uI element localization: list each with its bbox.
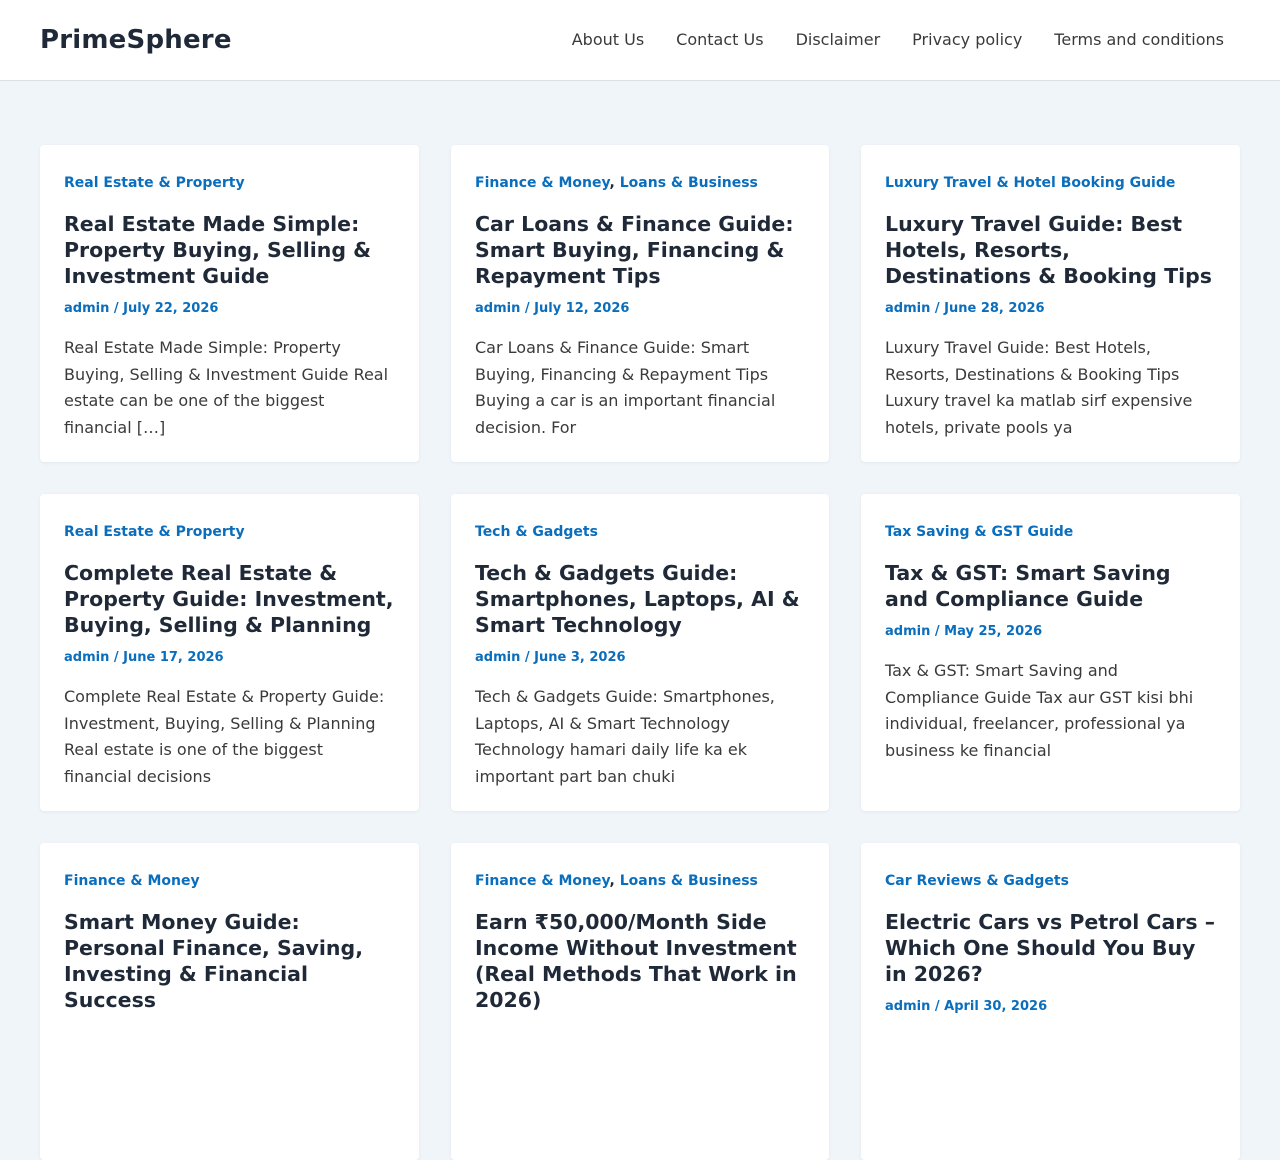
category-link[interactable]: Finance & Money: [475, 873, 610, 889]
nav-link-disclaimer[interactable]: Disclaimer: [780, 0, 897, 80]
category-link[interactable]: Tax Saving & GST Guide: [885, 524, 1073, 540]
post-categories: Tech & Gadgets: [475, 524, 805, 540]
meta-separator: /: [930, 301, 945, 316]
post-date-link[interactable]: July 22, 2026: [123, 301, 218, 316]
post-card: Tax Saving & GST Guide Tax & GST: Smart S…: [861, 494, 1240, 811]
post-excerpt: Luxury Travel Guide: Best Hotels, Resort…: [885, 338, 1193, 437]
post-excerpt: Real Estate Made Simple: Property Buying…: [64, 338, 389, 437]
post-categories: Luxury Travel & Hotel Booking Guide: [885, 175, 1216, 191]
post-title: Tax & GST: Smart Saving and Compliance G…: [885, 560, 1216, 612]
post-excerpt: Tech & Gadgets Guide: Smartphones, Lapto…: [475, 687, 775, 786]
post-title-link[interactable]: Tech & Gadgets Guide: Smartphones, Lapto…: [475, 561, 800, 637]
nav-link-about-us[interactable]: About Us: [556, 0, 660, 80]
post-title: Real Estate Made Simple: Property Buying…: [64, 211, 395, 289]
post-title: Smart Money Guide: Personal Finance, Sav…: [64, 909, 395, 1013]
meta-separator: /: [520, 650, 535, 665]
post-title-link[interactable]: Complete Real Estate & Property Guide: I…: [64, 561, 394, 637]
meta-separator: /: [930, 999, 945, 1014]
category-separator: ,: [609, 175, 620, 191]
post-excerpt: Tax & GST: Smart Saving and Compliance G…: [885, 661, 1194, 760]
post-categories: Finance & Money: [64, 873, 395, 889]
post-title-link[interactable]: Electric Cars vs Petrol Cars – Which One…: [885, 910, 1215, 986]
post-categories: Finance & Money, Loans & Business: [475, 175, 805, 191]
nav-link-terms-and-conditions[interactable]: Terms and conditions: [1038, 0, 1240, 80]
post-meta: admin / June 28, 2026: [885, 300, 1216, 318]
post-title-link[interactable]: Earn ₹50,000/Month Side Income Without I…: [475, 910, 797, 1012]
meta-separator: /: [109, 650, 124, 665]
post-date-link[interactable]: April 30, 2026: [944, 999, 1047, 1014]
post-title: Luxury Travel Guide: Best Hotels, Resort…: [885, 211, 1216, 289]
post-card: Finance & Money, Loans & Business Earn ₹5…: [451, 843, 829, 1160]
post-card: Real Estate & Property Real Estate Made S…: [40, 145, 419, 462]
post-grid: Real Estate & Property Real Estate Made S…: [40, 145, 1240, 1160]
post-meta: admin / July 22, 2026: [64, 300, 395, 318]
post-title-link[interactable]: Smart Money Guide: Personal Finance, Sav…: [64, 910, 363, 1012]
category-link[interactable]: Finance & Money: [64, 873, 200, 889]
post-categories: Real Estate & Property: [64, 524, 395, 540]
category-link[interactable]: Real Estate & Property: [64, 524, 245, 540]
post-date-link[interactable]: June 17, 2026: [123, 650, 223, 665]
post-author-link[interactable]: admin: [885, 624, 930, 639]
post-title-link[interactable]: Tax & GST: Smart Saving and Compliance G…: [885, 561, 1171, 611]
post-author-link[interactable]: admin: [64, 301, 109, 316]
main-navigation: About Us Contact Us Disclaimer Privacy p…: [556, 0, 1240, 80]
post-title-link[interactable]: Luxury Travel Guide: Best Hotels, Resort…: [885, 212, 1212, 288]
nav-link-privacy-policy[interactable]: Privacy policy: [896, 0, 1038, 80]
post-card: Finance & Money, Loans & Business Car Loa…: [451, 145, 829, 462]
post-excerpt: Complete Real Estate & Property Guide: I…: [64, 687, 385, 786]
post-title: Electric Cars vs Petrol Cars – Which One…: [885, 909, 1216, 987]
post-author-link[interactable]: admin: [475, 650, 520, 665]
post-title-link[interactable]: Car Loans & Finance Guide: Smart Buying,…: [475, 212, 794, 288]
category-link[interactable]: Finance & Money: [475, 175, 610, 191]
category-link[interactable]: Loans & Business: [620, 873, 758, 889]
post-meta: admin / June 3, 2026: [475, 649, 805, 667]
post-title-link[interactable]: Real Estate Made Simple: Property Buying…: [64, 212, 371, 288]
post-meta: admin / April 30, 2026: [885, 998, 1216, 1016]
post-date-link[interactable]: June 3, 2026: [534, 650, 625, 665]
post-meta: admin / June 17, 2026: [64, 649, 395, 667]
category-link[interactable]: Loans & Business: [620, 175, 758, 191]
meta-separator: /: [109, 301, 124, 316]
post-categories: Finance & Money, Loans & Business: [475, 873, 805, 889]
post-card: Real Estate & Property Complete Real Esta…: [40, 494, 419, 811]
post-author-link[interactable]: admin: [885, 999, 930, 1014]
post-categories: Tax Saving & GST Guide: [885, 524, 1216, 540]
post-card: Tech & Gadgets Tech & Gadgets Guide: Smar…: [451, 494, 829, 811]
site-title-link[interactable]: PrimeSphere: [40, 25, 232, 55]
category-link[interactable]: Car Reviews & Gadgets: [885, 873, 1069, 889]
category-link[interactable]: Tech & Gadgets: [475, 524, 598, 540]
post-title: Earn ₹50,000/Month Side Income Without I…: [475, 909, 805, 1013]
nav-link-contact-us[interactable]: Contact Us: [660, 0, 779, 80]
meta-separator: /: [930, 624, 945, 639]
meta-separator: /: [520, 301, 535, 316]
category-link[interactable]: Luxury Travel & Hotel Booking Guide: [885, 175, 1175, 191]
category-link[interactable]: Real Estate & Property: [64, 175, 245, 191]
post-author-link[interactable]: admin: [475, 301, 520, 316]
post-categories: Real Estate & Property: [64, 175, 395, 191]
post-date-link[interactable]: May 25, 2026: [944, 624, 1042, 639]
category-separator: ,: [609, 873, 620, 889]
post-card: Car Reviews & Gadgets Electric Cars vs Pe…: [861, 843, 1240, 1160]
post-meta: admin / May 25, 2026: [885, 623, 1216, 641]
post-meta: admin / July 12, 2026: [475, 300, 805, 318]
post-author-link[interactable]: admin: [885, 301, 930, 316]
post-card: Finance & Money Smart Money Guide: Person…: [40, 843, 419, 1160]
post-categories: Car Reviews & Gadgets: [885, 873, 1216, 889]
post-author-link[interactable]: admin: [64, 650, 109, 665]
post-date-link[interactable]: June 28, 2026: [944, 301, 1044, 316]
post-card: Luxury Travel & Hotel Booking Guide Luxur…: [861, 145, 1240, 462]
post-excerpt: Car Loans & Finance Guide: Smart Buying,…: [475, 338, 776, 437]
post-title: Tech & Gadgets Guide: Smartphones, Lapto…: [475, 560, 805, 638]
post-title: Car Loans & Finance Guide: Smart Buying,…: [475, 211, 805, 289]
post-title: Complete Real Estate & Property Guide: I…: [64, 560, 395, 638]
site-header: PrimeSphere About Us Contact Us Disclaim…: [0, 0, 1280, 81]
post-date-link[interactable]: July 12, 2026: [534, 301, 629, 316]
